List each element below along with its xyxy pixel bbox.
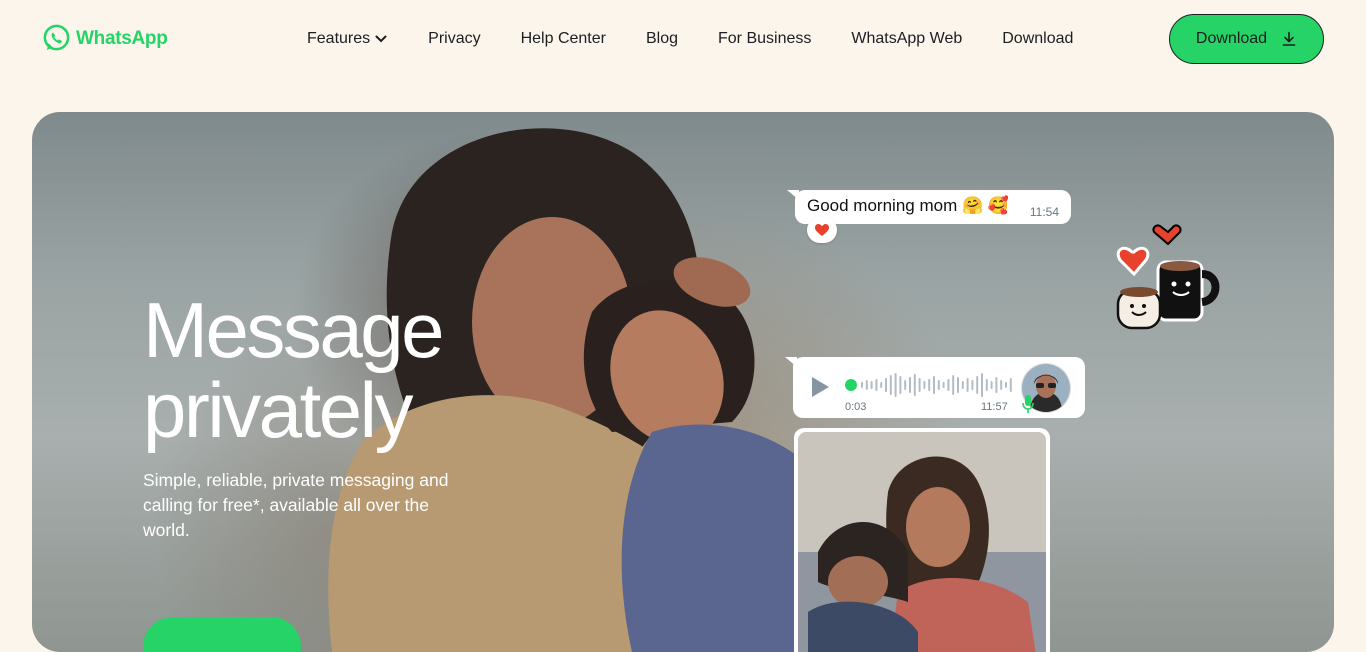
- waveform-bar: [957, 377, 959, 393]
- bubble-tail: [794, 428, 798, 438]
- waveform-bar: [995, 377, 998, 393]
- whatsapp-logo-icon: [43, 24, 70, 51]
- photo-message-bubble: [794, 428, 1050, 652]
- bubble-tail: [787, 190, 799, 200]
- microphone-icon: [1022, 395, 1034, 413]
- download-arrow-icon: [1282, 31, 1296, 46]
- shared-photo[interactable]: [798, 432, 1046, 652]
- waveform-bar: [880, 382, 883, 388]
- waveform-bar: [865, 380, 868, 390]
- hero-section: Message privately Simple, reliable, priv…: [32, 112, 1334, 652]
- waveform-bar: [861, 382, 863, 388]
- hero-title: Message privately: [143, 286, 445, 454]
- waveform-bar: [981, 373, 983, 397]
- bubble-tail: [785, 357, 797, 367]
- voice-message-time: 11:57: [981, 401, 1008, 413]
- top-navigation: WhatsApp Features Privacy Help Center Bl…: [0, 0, 1366, 80]
- coffee-cups-sticker-icon: [1116, 224, 1220, 330]
- main-menu: Features Privacy Help Center Blog For Bu…: [307, 30, 1073, 48]
- chat-message-bubble: Good morning mom 🤗 🥰 11:54: [787, 190, 1071, 224]
- chevron-down-icon: [375, 35, 387, 43]
- waveform-bar: [1009, 378, 1012, 392]
- heart-icon: [815, 224, 829, 236]
- heart-reaction-icon: [807, 217, 837, 243]
- waveform-bar: [976, 376, 979, 394]
- waveform-bar: [1000, 380, 1003, 390]
- waveform-bar: [966, 378, 969, 392]
- waveform-bar: [918, 378, 921, 392]
- whatsapp-logo[interactable]: WhatsApp: [41, 23, 168, 54]
- nav-item-download[interactable]: Download: [1002, 30, 1073, 48]
- shared-photo-image: [798, 432, 1046, 652]
- play-icon[interactable]: [809, 375, 831, 399]
- waveform-bar: [971, 380, 974, 390]
- waveform-bar: [923, 381, 926, 389]
- waveform-bar: [961, 381, 964, 389]
- waveform-bar: [1005, 382, 1007, 388]
- hero-subtitle: Simple, reliable, private messaging and …: [143, 470, 449, 540]
- waveform-bar: [909, 377, 911, 393]
- waveform-bar: [870, 381, 873, 389]
- download-button-label: Download: [1195, 30, 1268, 47]
- waveform-bar: [928, 379, 931, 391]
- logo-wordmark: WhatsApp: [76, 27, 168, 49]
- nav-item-help-center[interactable]: Help Center: [521, 30, 606, 48]
- nav-item-for-business[interactable]: For Business: [718, 30, 811, 48]
- waveform-bar: [990, 381, 993, 389]
- waveform-bar: [985, 379, 988, 391]
- waveform-bar: [894, 373, 897, 397]
- waveform-bar: [937, 380, 940, 390]
- waveform-bar: [942, 382, 945, 388]
- audio-waveform[interactable]: [845, 370, 1013, 400]
- voice-message-bubble: 0:03 11:57: [785, 357, 1085, 418]
- chat-message-text: Good morning mom 🤗 🥰: [807, 196, 1010, 215]
- waveform-bar: [952, 375, 955, 395]
- chat-message-time: 11:54: [1029, 205, 1059, 219]
- nav-item-privacy[interactable]: Privacy: [428, 30, 480, 48]
- voice-elapsed-time: 0:03: [845, 401, 867, 413]
- waveform-bar: [889, 375, 892, 395]
- waveform-bar: [904, 380, 907, 390]
- nav-item-whatsapp-web[interactable]: WhatsApp Web: [851, 30, 962, 48]
- waveform-bar: [885, 378, 887, 392]
- nav-item-label: Features: [307, 30, 371, 47]
- waveform-bar: [899, 376, 902, 394]
- download-button[interactable]: Download: [1169, 14, 1324, 64]
- waveform-bar: [913, 374, 916, 396]
- waveform-bar: [947, 379, 950, 391]
- waveform-bar: [933, 376, 935, 394]
- waveform-bar: [875, 379, 878, 391]
- hero-title-line-1: Message: [143, 286, 445, 374]
- hero-title-line-2: privately: [143, 366, 413, 454]
- nav-item-blog[interactable]: Blog: [646, 30, 678, 48]
- nav-item-features[interactable]: Features: [307, 30, 388, 48]
